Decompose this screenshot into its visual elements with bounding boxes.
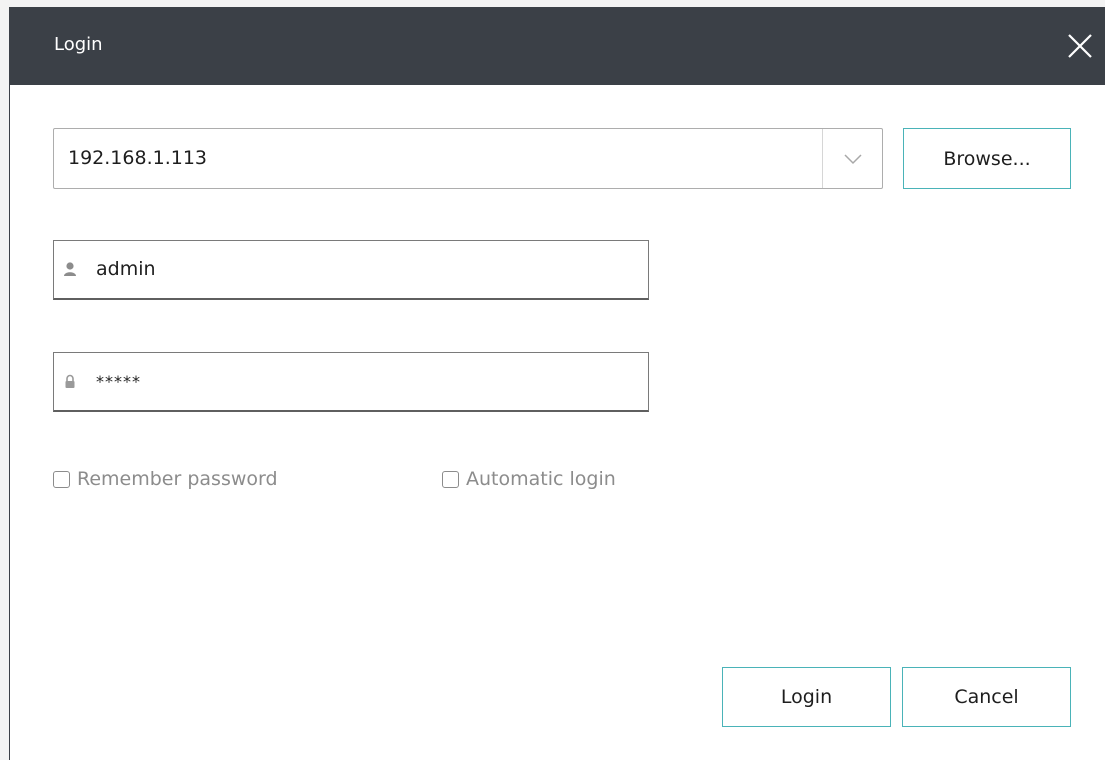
- automatic-login-label: Automatic login: [466, 468, 616, 490]
- lock-icon: [65, 374, 75, 388]
- close-icon: [1068, 34, 1092, 58]
- close-button[interactable]: [1063, 29, 1097, 63]
- automatic-login-checkbox[interactable]: Automatic login: [442, 468, 616, 490]
- remember-password-checkbox[interactable]: Remember password: [53, 468, 278, 490]
- remember-password-box[interactable]: [53, 470, 70, 488]
- remember-password-label: Remember password: [77, 468, 278, 490]
- password-value: *****: [96, 372, 141, 391]
- browse-button[interactable]: Browse...: [903, 128, 1071, 189]
- chevron-down-icon: [843, 153, 862, 164]
- dialog-title: Login: [54, 34, 103, 55]
- server-dropdown-button[interactable]: [822, 129, 882, 188]
- username-field[interactable]: admin: [53, 240, 649, 300]
- user-icon: [64, 262, 76, 276]
- login-dialog: Login 192.168.1.113 Browse... admin ****…: [9, 7, 1105, 760]
- cancel-button[interactable]: Cancel: [902, 667, 1071, 727]
- login-button[interactable]: Login: [722, 667, 891, 727]
- server-address-value: 192.168.1.113: [68, 147, 208, 169]
- title-bar: Login: [10, 7, 1105, 85]
- password-field[interactable]: *****: [53, 352, 649, 412]
- automatic-login-box[interactable]: [442, 470, 459, 488]
- username-value: admin: [96, 258, 156, 280]
- server-address-combobox[interactable]: 192.168.1.113: [53, 128, 883, 189]
